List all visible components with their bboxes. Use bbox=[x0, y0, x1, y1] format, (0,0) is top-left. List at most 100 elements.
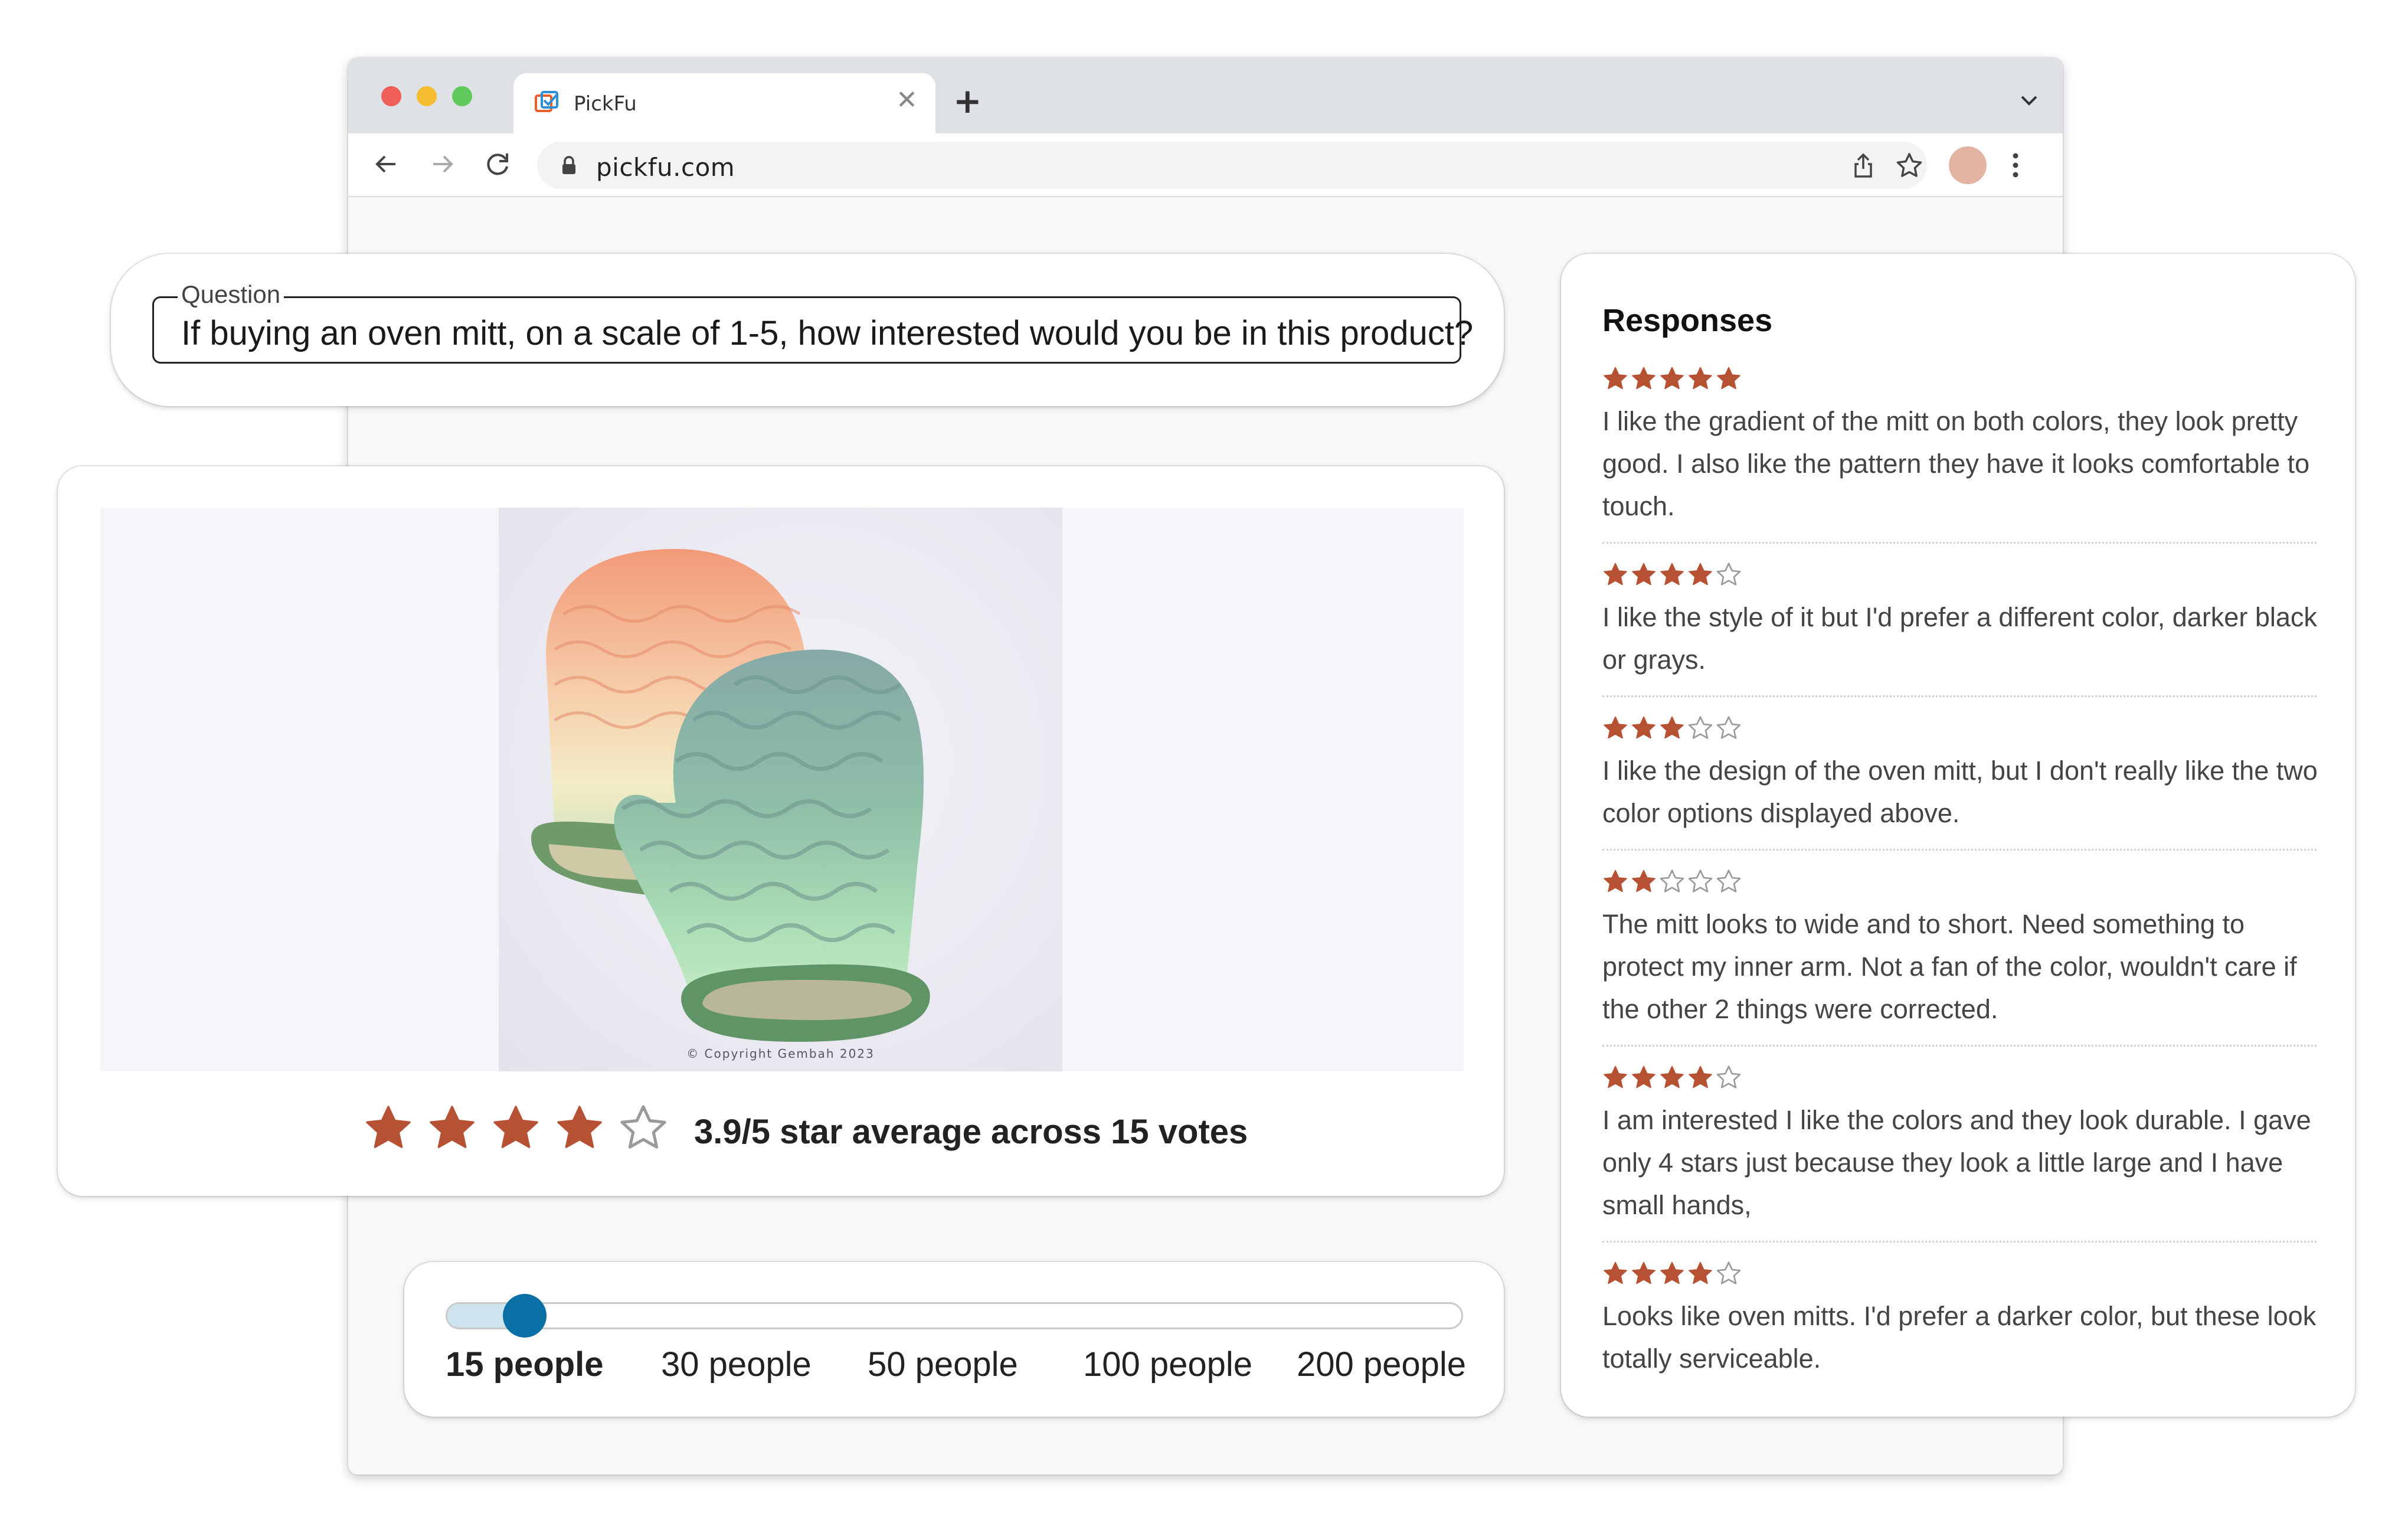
response-star-rating bbox=[1602, 366, 2319, 392]
star-filled-icon bbox=[1604, 1261, 1627, 1284]
star-filled-icon bbox=[1660, 367, 1684, 390]
response-star-rating bbox=[1602, 562, 2319, 588]
audience-option-200[interactable]: 200 people bbox=[1297, 1345, 1466, 1384]
response-item: I like the style of it but I'd prefer a … bbox=[1602, 562, 2319, 681]
reload-icon[interactable] bbox=[480, 146, 516, 182]
star-empty-icon bbox=[620, 1105, 666, 1149]
question-label: Question bbox=[178, 280, 284, 309]
star-filled-icon bbox=[1660, 1261, 1684, 1284]
star-empty-icon bbox=[1716, 869, 1741, 892]
lock-icon bbox=[562, 156, 575, 174]
star-empty-icon bbox=[1716, 1261, 1741, 1284]
audience-option-100[interactable]: 100 people bbox=[1083, 1345, 1252, 1384]
star-filled-icon bbox=[1632, 869, 1656, 892]
address-bar[interactable]: pickfu.com bbox=[537, 142, 1927, 189]
divider bbox=[1602, 542, 2317, 544]
divider bbox=[1602, 849, 2317, 851]
responses-card: Responses I like the gradient of the mit… bbox=[1561, 254, 2355, 1417]
url-text: pickfu.com bbox=[596, 153, 735, 182]
browser-toolbar: pickfu.com bbox=[348, 133, 2063, 197]
arrow-right-icon[interactable] bbox=[425, 146, 460, 182]
response-item: Looks like oven mitts. I'd prefer a dark… bbox=[1602, 1261, 2319, 1380]
arrow-left-icon[interactable] bbox=[368, 146, 404, 182]
browser-tab-pickfu[interactable]: PickFu ✕ bbox=[513, 73, 935, 133]
kebab-menu-icon[interactable] bbox=[2007, 148, 2024, 183]
star-empty-icon bbox=[1716, 1065, 1741, 1088]
window-minimize-button[interactable] bbox=[417, 86, 437, 106]
divider bbox=[1602, 1045, 2317, 1047]
star-filled-icon bbox=[1717, 367, 1740, 390]
audience-option-50[interactable]: 50 people bbox=[868, 1345, 1018, 1384]
oven-mitts-illustration bbox=[531, 549, 930, 1042]
star-filled-icon bbox=[430, 1106, 475, 1148]
image-copyright: © Copyright Gembah 2023 bbox=[686, 1047, 875, 1061]
tab-strip: PickFu ✕ + bbox=[348, 58, 2063, 133]
star-filled-icon bbox=[1660, 1065, 1684, 1088]
share-icon[interactable] bbox=[1848, 151, 1878, 181]
star-filled-icon bbox=[1689, 1261, 1712, 1284]
tab-title: PickFu bbox=[574, 92, 637, 116]
response-text: I like the gradient of the mitt on both … bbox=[1602, 406, 2310, 521]
star-filled-icon bbox=[1632, 367, 1656, 390]
response-text: I am interested I like the colors and th… bbox=[1602, 1105, 2311, 1220]
star-filled-icon bbox=[557, 1106, 602, 1148]
star-outline-icon[interactable] bbox=[1895, 151, 1924, 181]
plus-icon[interactable]: + bbox=[953, 84, 982, 118]
star-filled-icon bbox=[1689, 367, 1712, 390]
response-star-rating bbox=[1602, 715, 2319, 741]
star-filled-icon bbox=[1689, 563, 1712, 586]
star-filled-icon bbox=[1689, 1065, 1712, 1088]
oven-mitt-product-image: © Copyright Gembah 2023 bbox=[499, 508, 1062, 1071]
response-text: The mitt looks to wide and to short. Nee… bbox=[1602, 909, 2297, 1024]
star-filled-icon bbox=[1604, 367, 1627, 390]
star-empty-icon bbox=[1716, 716, 1741, 739]
window-close-button[interactable] bbox=[381, 86, 401, 106]
chevron-down-icon[interactable] bbox=[2017, 89, 2041, 112]
response-star-rating bbox=[1602, 1261, 2319, 1287]
divider bbox=[1602, 695, 2317, 697]
close-icon[interactable]: ✕ bbox=[896, 87, 918, 113]
product-image-area: © Copyright Gembah 2023 bbox=[100, 508, 1464, 1071]
question-field[interactable]: Question If buying an oven mitt, on a sc… bbox=[152, 280, 1473, 364]
star-filled-icon bbox=[366, 1106, 411, 1148]
star-filled-icon bbox=[1604, 716, 1627, 739]
star-filled-icon bbox=[1632, 716, 1656, 739]
pickfu-favicon-icon bbox=[535, 91, 558, 112]
slider-thumb[interactable] bbox=[503, 1294, 547, 1338]
window-maximize-button[interactable] bbox=[452, 86, 472, 106]
question-text: If buying an oven mitt, on a scale of 1-… bbox=[181, 314, 1474, 352]
star-filled-icon bbox=[1660, 563, 1684, 586]
audience-option-30[interactable]: 30 people bbox=[661, 1345, 812, 1384]
response-item: I like the design of the oven mitt, but … bbox=[1602, 715, 2319, 835]
responses-title: Responses bbox=[1602, 303, 1773, 338]
response-item: I am interested I like the colors and th… bbox=[1602, 1065, 2319, 1227]
star-empty-icon bbox=[1688, 869, 1713, 892]
star-filled-icon bbox=[1632, 1065, 1656, 1088]
audience-size-slider[interactable] bbox=[446, 1302, 1463, 1329]
star-empty-icon bbox=[1688, 716, 1713, 739]
star-filled-icon bbox=[1632, 563, 1656, 586]
response-item: The mitt looks to wide and to short. Nee… bbox=[1602, 869, 2319, 1031]
response-text: Looks like oven mitts. I'd prefer a dark… bbox=[1602, 1301, 2317, 1374]
response-text: I like the style of it but I'd prefer a … bbox=[1602, 602, 2317, 675]
star-filled-icon bbox=[1632, 1261, 1656, 1284]
response-star-rating bbox=[1602, 869, 2319, 895]
audience-option-15[interactable]: 15 people bbox=[446, 1345, 604, 1384]
audience-size-card: 15 people 30 people 50 people 100 people… bbox=[404, 1262, 1504, 1417]
question-card: Question If buying an oven mitt, on a sc… bbox=[111, 254, 1504, 406]
star-filled-icon bbox=[1604, 1065, 1627, 1088]
response-text: I like the design of the oven mitt, but … bbox=[1602, 756, 2318, 828]
star-filled-icon bbox=[1604, 869, 1627, 892]
star-empty-icon bbox=[1660, 869, 1684, 892]
rating-summary: 3.9/5 star average across 15 votes bbox=[694, 1113, 1248, 1151]
avatar[interactable] bbox=[1949, 146, 1987, 184]
response-star-rating bbox=[1602, 1065, 2319, 1091]
star-empty-icon bbox=[1716, 563, 1741, 586]
response-item: I like the gradient of the mitt on both … bbox=[1602, 366, 2319, 528]
star-filled-icon bbox=[1604, 563, 1627, 586]
divider bbox=[1602, 1241, 2317, 1243]
star-filled-icon bbox=[1660, 716, 1684, 739]
average-rating: 3.9/5 star average across 15 votes bbox=[58, 1104, 1504, 1157]
star-filled-icon bbox=[493, 1106, 538, 1148]
product-card: © Copyright Gembah 2023 3.9/5 star avera… bbox=[58, 466, 1504, 1196]
